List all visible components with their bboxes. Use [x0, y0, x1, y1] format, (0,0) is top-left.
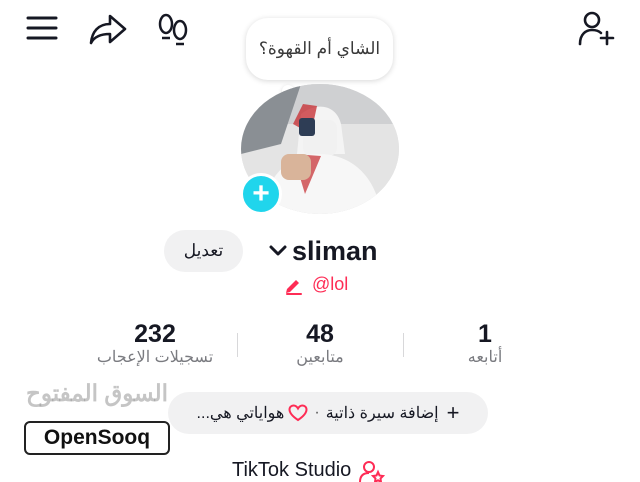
followers-count: 48 [306, 320, 334, 348]
divider [237, 333, 238, 357]
user-star-icon [359, 460, 386, 482]
following-stat[interactable]: 1 أتابعه [430, 320, 540, 368]
edit-profile-label: تعديل [183, 241, 224, 260]
followers-stat[interactable]: 48 متابعين [255, 320, 385, 368]
divider [403, 333, 404, 357]
chevron-down-icon [268, 244, 288, 258]
menu-icon[interactable] [25, 14, 59, 42]
add-bio-label: إضافة سيرة ذاتية [325, 405, 439, 422]
pencil-icon [284, 275, 304, 295]
handle-row[interactable]: @lol [284, 274, 348, 295]
share-icon[interactable] [88, 12, 128, 46]
following-label: أتابعه [467, 349, 503, 366]
tiktok-studio-label: TikTok Studio [232, 459, 352, 481]
add-avatar-button[interactable]: + [240, 173, 282, 215]
footprint-icon[interactable] [156, 12, 192, 48]
add-friend-icon[interactable] [577, 10, 617, 46]
likes-count: 232 [134, 320, 176, 348]
account-switcher[interactable]: sliman [268, 232, 378, 270]
separator: · [314, 404, 320, 421]
add-bio-button[interactable]: + إضافة سيرة ذاتية · هواياتي هي... [168, 392, 488, 434]
username: sliman [292, 235, 378, 266]
watermark-text: السوق المفتوح [26, 380, 169, 406]
likes-label: تسجيلات الإعجاب [96, 349, 214, 366]
following-count: 1 [478, 320, 492, 348]
followers-label: متابعين [296, 349, 344, 366]
plus-icon: + [252, 177, 270, 210]
tiktok-studio-link[interactable]: TikTok Studio [232, 459, 386, 482]
watermark-logo: OpenSooq [24, 421, 170, 455]
plus-icon: + [446, 400, 460, 425]
watermark-brand: OpenSooq [43, 426, 151, 449]
handle: @lol [312, 274, 349, 294]
note-bubble[interactable]: الشاي أم القهوة؟ [246, 18, 393, 80]
edit-profile-button[interactable]: تعديل [164, 230, 243, 272]
hobbies-label: هواياتي هي... [196, 405, 285, 422]
heart-icon [288, 404, 308, 422]
likes-stat[interactable]: 232 تسجيلات الإعجاب [80, 320, 230, 368]
note-text: الشاي أم القهوة؟ [258, 39, 381, 58]
